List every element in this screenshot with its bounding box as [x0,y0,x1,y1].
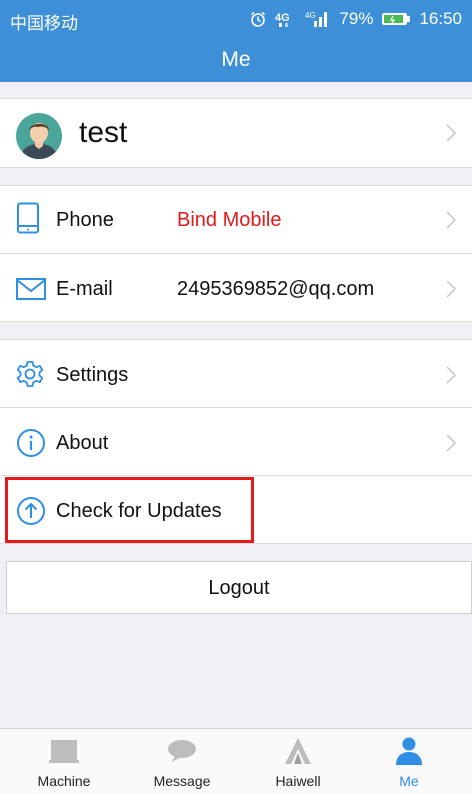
svg-text:4G: 4G [305,11,316,20]
chevron-right-icon [446,124,456,142]
settings-label: Settings [56,364,129,386]
gear-icon [16,360,44,388]
tab-message-label: Message [153,773,211,789]
status-indicators: 4G 4G 79% 16:50 [249,9,462,29]
envelope-icon [16,278,46,300]
battery-percent: 79% [339,9,374,28]
phone-label: Phone [56,209,114,231]
info-icon [16,428,46,458]
carrier-name: 中国移动 [10,14,78,33]
alarm-icon [249,10,267,28]
tab-haiwell[interactable]: Haiwell [239,729,357,794]
arrow-up-circle-icon [16,496,46,526]
bind-mobile-link[interactable]: Bind Mobile [177,209,282,232]
avatar [16,113,62,159]
tab-me-label: Me [399,773,419,789]
app-header: 中国移动 4G 4G 79% 16:50 Me [0,0,472,82]
logout-label: Logout [208,577,270,599]
chevron-right-icon [446,366,456,384]
chevron-right-icon [446,211,456,229]
phone-icon [16,202,40,234]
page-title: Me [221,48,251,71]
svg-text:4G: 4G [275,12,290,24]
logout-button[interactable]: Logout [6,561,472,614]
settings-row[interactable]: Settings [0,339,472,408]
tab-machine-label: Machine [37,773,91,789]
tab-machine[interactable]: Machine [5,729,123,794]
username: test [79,116,128,149]
about-row[interactable]: About [0,407,472,476]
email-row[interactable]: E-mail 2495369852@qq.com [0,253,472,322]
battery-icon [381,11,411,27]
phone-row[interactable]: Phone Bind Mobile [0,185,472,254]
about-label: About [56,432,109,454]
status-bar: 中国移动 4G 4G 79% 16:50 [0,0,472,36]
monitor-icon [44,735,84,767]
signal-icon: 4G [305,10,331,28]
profile-row[interactable]: test [0,98,472,168]
tab-message[interactable]: Message [123,729,241,794]
email-value: 2495369852@qq.com [177,278,375,300]
check-updates-label: Check for Updates [56,500,222,522]
tab-me[interactable]: Me [350,729,468,794]
clock-time: 16:50 [419,9,462,28]
chevron-right-icon [446,280,456,298]
haiwell-logo-icon [278,735,318,767]
network-4g-icon: 4G [275,10,297,28]
person-icon [389,735,429,767]
chevron-right-icon [446,434,456,452]
email-label: E-mail [56,278,113,300]
tab-haiwell-label: Haiwell [275,773,321,789]
chat-bubble-icon [162,735,202,767]
bottom-tab-bar: Machine Message Haiwell Me [0,728,472,794]
check-updates-row[interactable]: Check for Updates [0,475,472,544]
